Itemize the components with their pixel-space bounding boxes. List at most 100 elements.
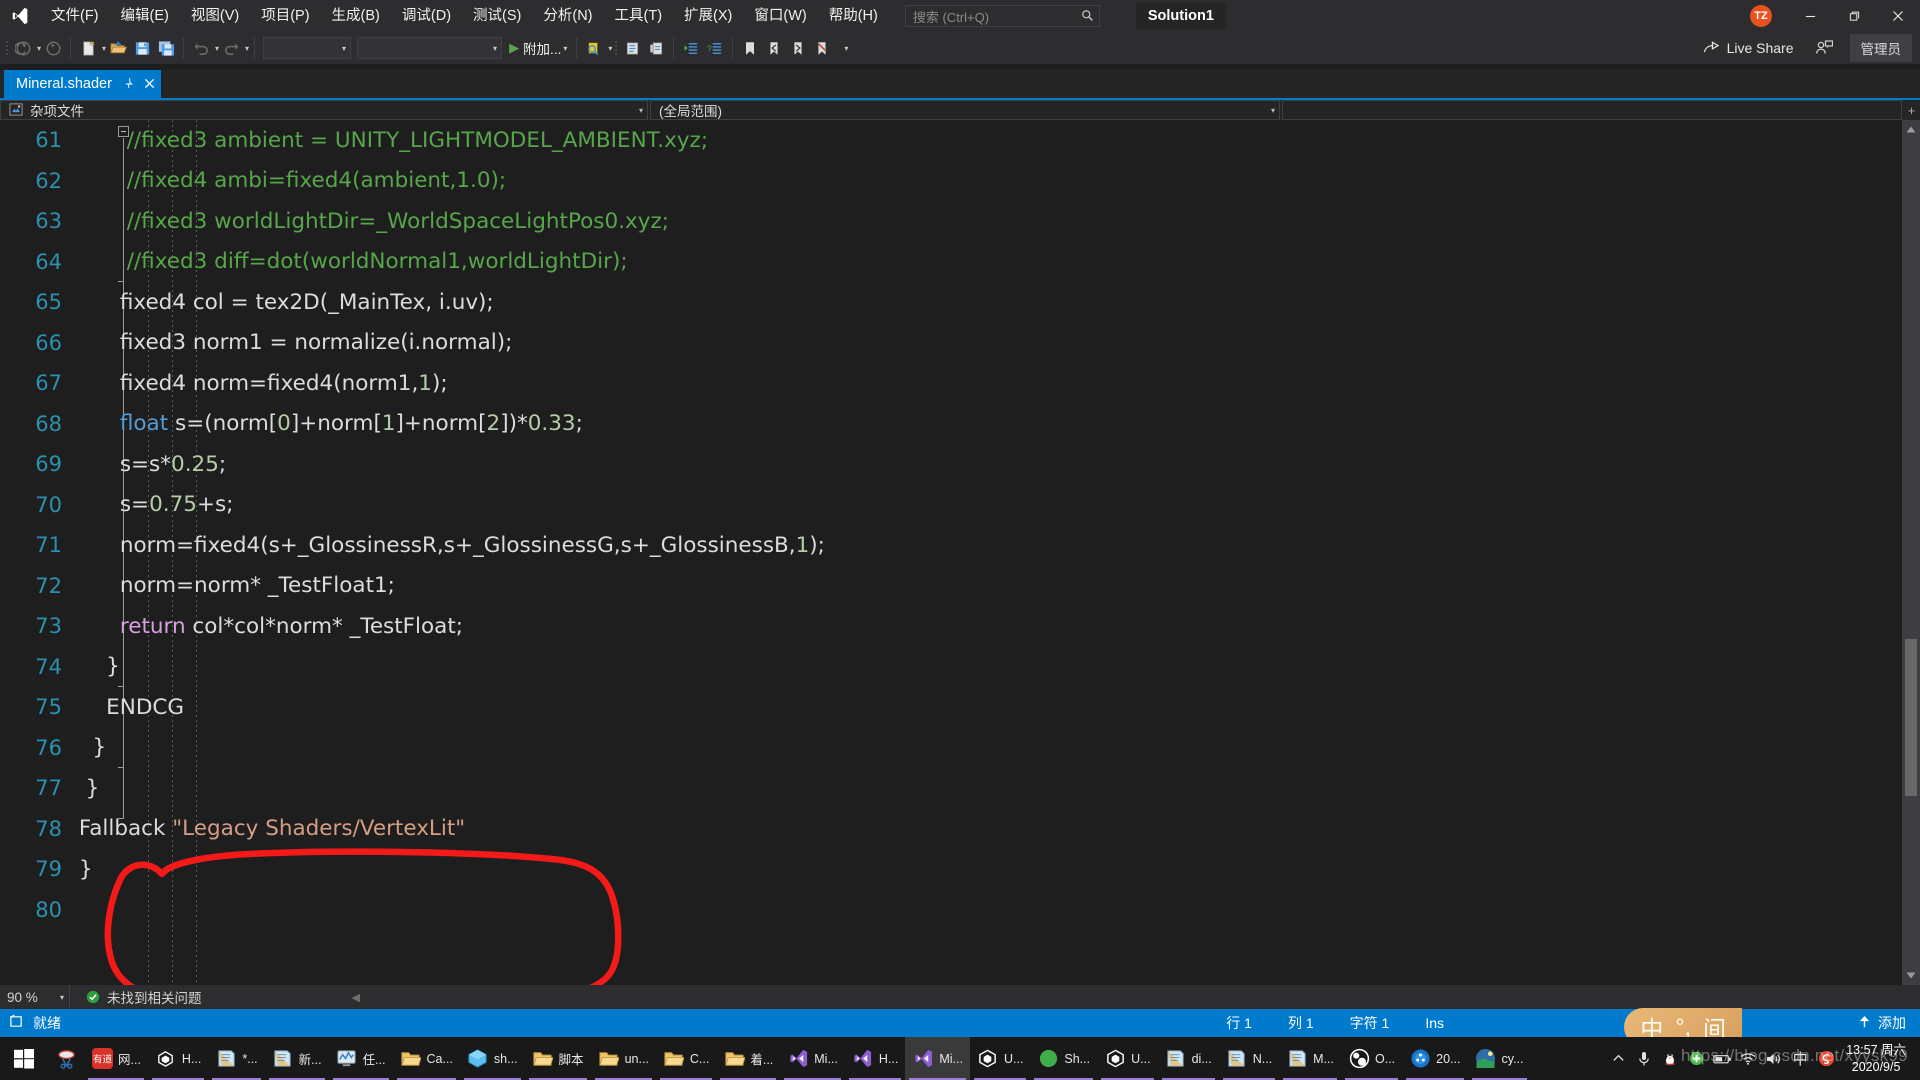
taskbar-item[interactable]: 有道 网... — [84, 1037, 148, 1080]
open-file-icon[interactable] — [106, 35, 130, 61]
save-icon[interactable] — [130, 35, 154, 61]
taskbar-item[interactable]: Mi... — [905, 1037, 970, 1080]
code-line[interactable]: 75 ENDCG — [0, 687, 1880, 728]
attach-button[interactable]: ▶ 附加... ▾ — [505, 35, 571, 61]
scope-combo[interactable]: (全局范围) ▾ — [650, 100, 1280, 120]
code-line[interactable]: 78 Fallback "Legacy Shaders/VertexLit" — [0, 809, 1880, 850]
windows-start-icon[interactable] — [0, 1037, 48, 1080]
taskbar-item[interactable]: U... — [1097, 1037, 1157, 1080]
taskbar-item[interactable] — [48, 1037, 84, 1080]
toolbar-grip[interactable] — [3, 39, 11, 57]
taskbar-item[interactable]: H... — [845, 1037, 905, 1080]
taskbar-item[interactable]: Ca... — [393, 1037, 460, 1080]
solution-configuration-combo[interactable]: ▾ — [263, 37, 352, 59]
taskbar-item[interactable]: U... — [970, 1037, 1030, 1080]
redo-dropdown-icon[interactable]: ▾ — [245, 44, 249, 53]
code-line[interactable]: 63 //fixed3 worldLightDir=_WorldSpaceLig… — [0, 201, 1880, 242]
issue-status[interactable]: 未找到相关问题 — [70, 987, 202, 1007]
restore-icon[interactable] — [1832, 0, 1876, 32]
menu-help[interactable]: 帮助(H) — [818, 0, 889, 32]
expand-toolbar-icon[interactable]: + — [1905, 104, 1918, 117]
menu-window[interactable]: 窗口(W) — [743, 0, 817, 32]
code-line[interactable]: 61 //fixed3 ambient = UNITY_LIGHTMODEL_A… — [0, 120, 1880, 161]
search-input[interactable]: 搜索 (Ctrl+Q) — [904, 5, 1100, 27]
taskbar-item[interactable]: Sh... — [1030, 1037, 1097, 1080]
member-combo[interactable] — [1282, 100, 1902, 120]
taskbar-item[interactable]: 着... — [716, 1037, 780, 1080]
menu-edit[interactable]: 编辑(E) — [110, 0, 180, 32]
next-bookmark-icon[interactable] — [786, 35, 810, 61]
taskbar-item[interactable]: di... — [1158, 1037, 1219, 1080]
navigate-forward-icon[interactable] — [41, 35, 65, 61]
pin-icon[interactable] — [122, 77, 134, 91]
navigate-back-icon[interactable] — [11, 35, 35, 61]
taskbar-item[interactable]: 脚本 — [525, 1037, 591, 1080]
taskbar-item[interactable]: O... — [1341, 1037, 1402, 1080]
menu-view[interactable]: 视图(V) — [180, 0, 250, 32]
menu-file[interactable]: 文件(F) — [40, 0, 110, 32]
code-line[interactable]: 65 fixed4 col = tex2D(_MainTex, i.uv); — [0, 282, 1880, 323]
code-line[interactable]: 79 } — [0, 849, 1880, 890]
save-all-icon[interactable] — [154, 35, 178, 61]
menu-debug[interactable]: 调试(D) — [391, 0, 462, 32]
menu-tools[interactable]: 工具(T) — [604, 0, 674, 32]
code-line[interactable]: 68 float s=(norm[0]+norm[1]+norm[2])*0.3… — [0, 404, 1880, 445]
taskbar-item[interactable]: 新... — [265, 1037, 329, 1080]
code-line[interactable]: 67 fixed4 norm=fixed4(norm1,1); — [0, 363, 1880, 404]
taskbar-item[interactable]: *... — [208, 1037, 264, 1080]
live-share-button[interactable]: Live Share — [1695, 35, 1802, 61]
qq-penguin-icon[interactable] — [1658, 1037, 1682, 1080]
taskbar-item[interactable]: sh... — [460, 1037, 525, 1080]
clear-bookmarks-icon[interactable] — [810, 35, 834, 61]
scrollbar-thumb[interactable] — [1905, 639, 1917, 796]
taskbar-item[interactable]: N... — [1219, 1037, 1279, 1080]
toolbar-grip[interactable] — [612, 39, 620, 57]
redo-icon[interactable] — [219, 35, 243, 61]
code-line[interactable]: 72 norm=norm* _TestFloat1; — [0, 566, 1880, 607]
taskbar-item[interactable]: cy... — [1468, 1037, 1531, 1080]
code-line[interactable]: 69 s=s*0.25; — [0, 444, 1880, 485]
code-line[interactable]: 76 } — [0, 728, 1880, 769]
previous-bookmark-icon[interactable] — [762, 35, 786, 61]
code-line[interactable]: 62 //fixed4 ambi=fixed4(ambient,1.0); — [0, 161, 1880, 202]
code-line[interactable]: 66 fixed3 norm1 = normalize(i.normal); — [0, 323, 1880, 364]
avatar[interactable]: TZ — [1750, 5, 1772, 27]
uncomment-selection-icon[interactable] — [644, 35, 668, 61]
comment-selection-icon[interactable] — [620, 35, 644, 61]
solution-platform-combo[interactable]: ▾ — [357, 37, 503, 59]
increase-indent-icon[interactable] — [679, 35, 703, 61]
code-lines[interactable]: 61 //fixed3 ambient = UNITY_LIGHTMODEL_A… — [0, 120, 1880, 985]
send-feedback-icon[interactable] — [1812, 35, 1836, 61]
menu-analyze[interactable]: 分析(N) — [532, 0, 603, 32]
code-line[interactable]: 77 } — [0, 768, 1880, 809]
bookmark-icon[interactable] — [738, 35, 762, 61]
taskbar-item[interactable]: Mi... — [780, 1037, 845, 1080]
taskbar-item[interactable]: 20... — [1402, 1037, 1467, 1080]
editor-vertical-scrollbar[interactable] — [1902, 120, 1920, 985]
code-editor[interactable]: 61 //fixed3 ambient = UNITY_LIGHTMODEL_A… — [0, 120, 1920, 985]
attach-dropdown-icon[interactable]: ▾ — [563, 44, 567, 53]
add-to-source-control-button[interactable]: 添加 — [1852, 1013, 1920, 1033]
find-in-files-icon[interactable] — [582, 35, 606, 61]
code-line[interactable]: 74 } — [0, 647, 1880, 688]
close-icon[interactable] — [1876, 0, 1920, 32]
close-tab-icon[interactable] — [144, 78, 155, 91]
taskbar-item[interactable]: C... — [656, 1037, 716, 1080]
code-line[interactable]: 71 norm=fixed4(s+_GlossinessR,s+_Glossin… — [0, 525, 1880, 566]
taskbar-item[interactable]: H... — [148, 1037, 208, 1080]
minimize-icon[interactable] — [1788, 0, 1832, 32]
decrease-indent-icon[interactable]: ? — [703, 35, 727, 61]
microphone-icon[interactable] — [1632, 1037, 1656, 1080]
tab-mineral-shader[interactable]: Mineral.shader — [4, 70, 161, 98]
menu-test[interactable]: 测试(S) — [462, 0, 532, 32]
taskbar-item[interactable]: M... — [1279, 1037, 1341, 1080]
taskbar-item[interactable]: un... — [591, 1037, 656, 1080]
project-combo[interactable]: 杂项文件 ▾ — [0, 100, 648, 120]
code-line[interactable]: 73 return col*col*norm* _TestFloat; — [0, 606, 1880, 647]
menu-build[interactable]: 生成(B) — [321, 0, 391, 32]
zoom-level-combo[interactable]: 90 % ▾ — [0, 985, 70, 1009]
code-line[interactable]: 70 s=0.75+s; — [0, 485, 1880, 526]
chevron-up-icon[interactable] — [1606, 1037, 1630, 1080]
collapse-left-icon[interactable]: ◀ — [352, 991, 360, 1004]
code-line[interactable]: 64 //fixed3 diff=dot(worldNormal1,worldL… — [0, 242, 1880, 283]
